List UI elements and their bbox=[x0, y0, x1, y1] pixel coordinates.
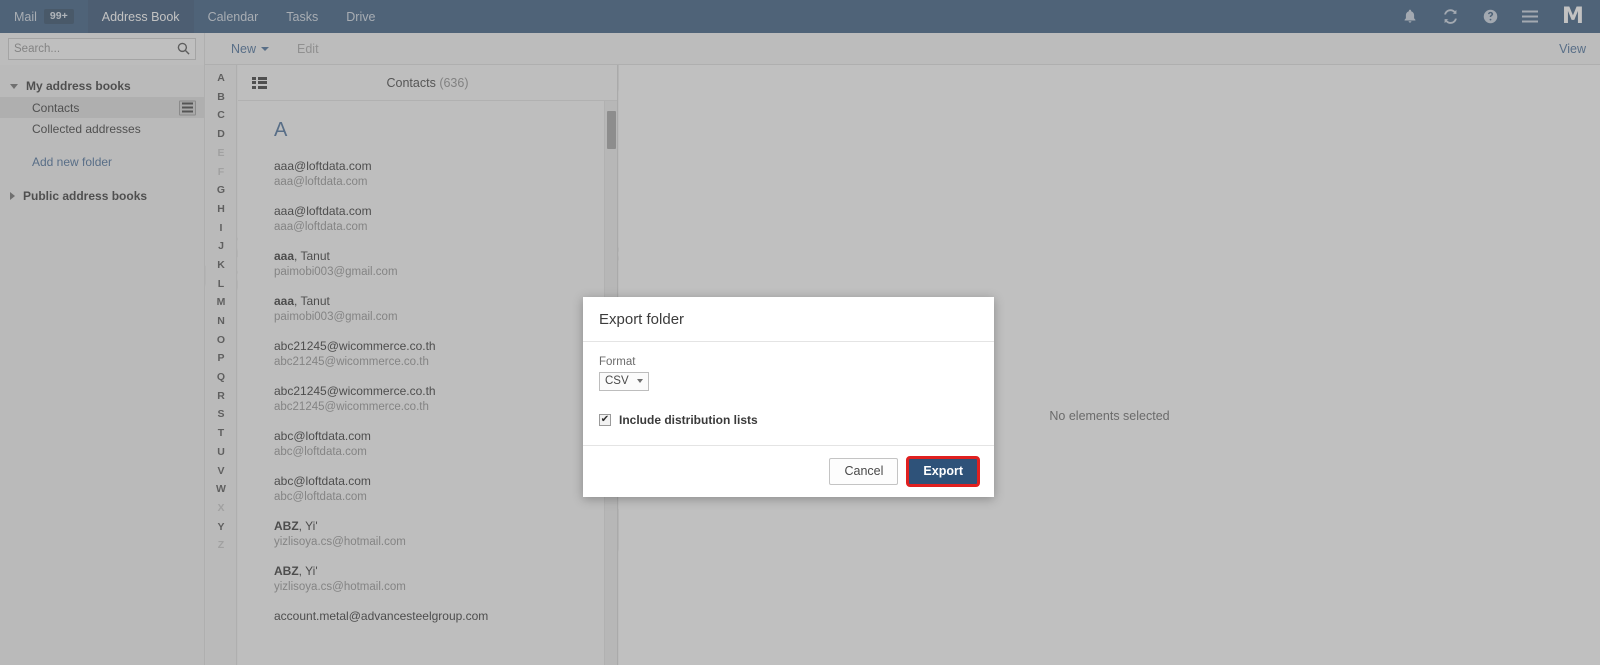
format-select-value: CSV bbox=[605, 375, 629, 387]
dialog-footer: Cancel Export bbox=[583, 445, 994, 497]
checkmark-icon: ✔ bbox=[600, 414, 610, 425]
export-button[interactable]: Export bbox=[906, 456, 980, 487]
cancel-button[interactable]: Cancel bbox=[829, 458, 899, 485]
dialog-body: Format CSV ✔ Include distribution lists bbox=[583, 342, 994, 445]
format-label: Format bbox=[599, 356, 636, 368]
export-folder-dialog: Export folder Format CSV ✔ Include distr… bbox=[583, 297, 994, 497]
chevron-down-icon bbox=[636, 379, 643, 383]
format-select[interactable]: CSV bbox=[599, 372, 649, 391]
include-distribution-lists-checkbox[interactable]: ✔ bbox=[599, 414, 611, 426]
dialog-title: Export folder bbox=[599, 311, 685, 328]
include-distribution-lists-label: Include distribution lists bbox=[619, 413, 758, 427]
dialog-header: Export folder bbox=[583, 297, 994, 342]
include-distribution-lists-row[interactable]: ✔ Include distribution lists bbox=[599, 413, 978, 427]
